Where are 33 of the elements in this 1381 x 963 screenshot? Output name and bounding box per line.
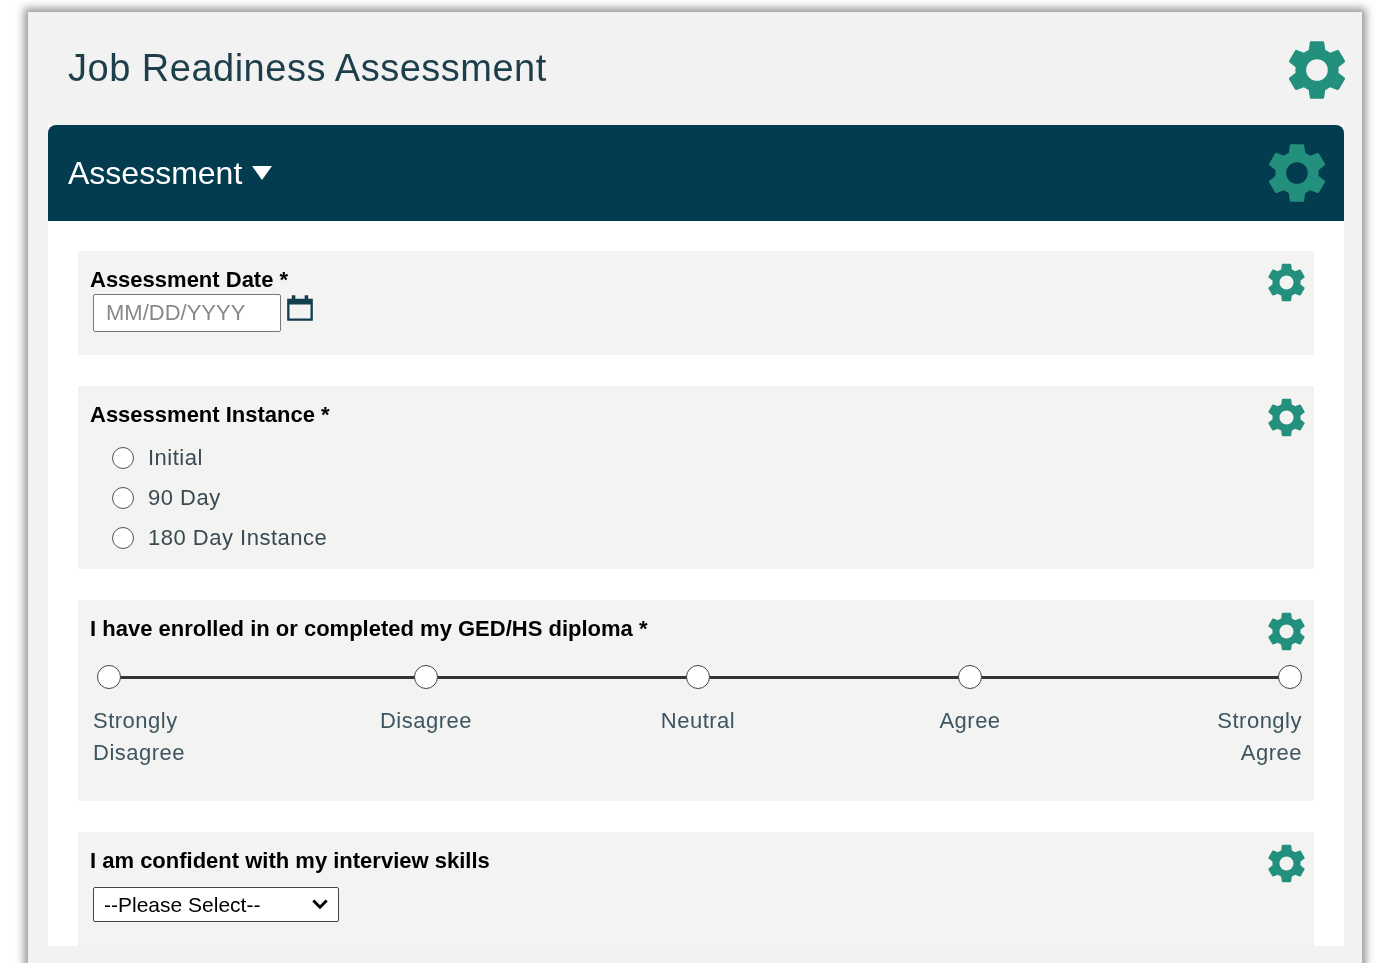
- question-label: Assessment Date *: [90, 267, 289, 293]
- page-title: Job Readiness Assessment: [68, 47, 547, 90]
- radio-button[interactable]: [112, 527, 134, 549]
- scale-label: Disagree: [378, 707, 473, 735]
- scale-label: Agree: [938, 707, 1002, 735]
- scale-label: Strongly Agree: [1216, 707, 1302, 767]
- date-field[interactable]: MM/DD/YYYY: [93, 294, 281, 332]
- settings-icon[interactable]: [1268, 612, 1305, 651]
- option-label: 90 Day: [148, 485, 221, 511]
- scale-option[interactable]: [686, 665, 710, 689]
- settings-icon[interactable]: [1268, 844, 1305, 883]
- section-toggle[interactable]: Assessment: [68, 154, 273, 192]
- settings-icon[interactable]: [1268, 143, 1326, 203]
- option-label: Initial: [148, 445, 203, 471]
- radio-button[interactable]: [112, 487, 134, 509]
- radio-button[interactable]: [112, 447, 134, 469]
- scale-label: Strongly Disagree: [93, 707, 187, 767]
- option-label: 180 Day Instance: [148, 525, 328, 551]
- scale-option[interactable]: [1278, 665, 1302, 689]
- settings-icon[interactable]: [1268, 263, 1305, 302]
- scale-option[interactable]: [97, 665, 121, 689]
- question-label: I am confident with my interview skills: [90, 848, 490, 874]
- scale-option[interactable]: [958, 665, 982, 689]
- caret-icon: [252, 166, 273, 180]
- calendar-icon[interactable]: [286, 294, 314, 322]
- scale-label: Neutral: [659, 707, 737, 735]
- select-field[interactable]: --Please Select--: [93, 887, 339, 922]
- settings-icon[interactable]: [1288, 39, 1346, 100]
- question-label: Assessment Instance *: [90, 402, 330, 428]
- scale-option[interactable]: [414, 665, 438, 689]
- question-label: I have enrolled in or completed my GED/HS diploma *: [90, 616, 648, 642]
- chevron-icon: [312, 899, 328, 910]
- settings-icon[interactable]: [1268, 398, 1305, 437]
